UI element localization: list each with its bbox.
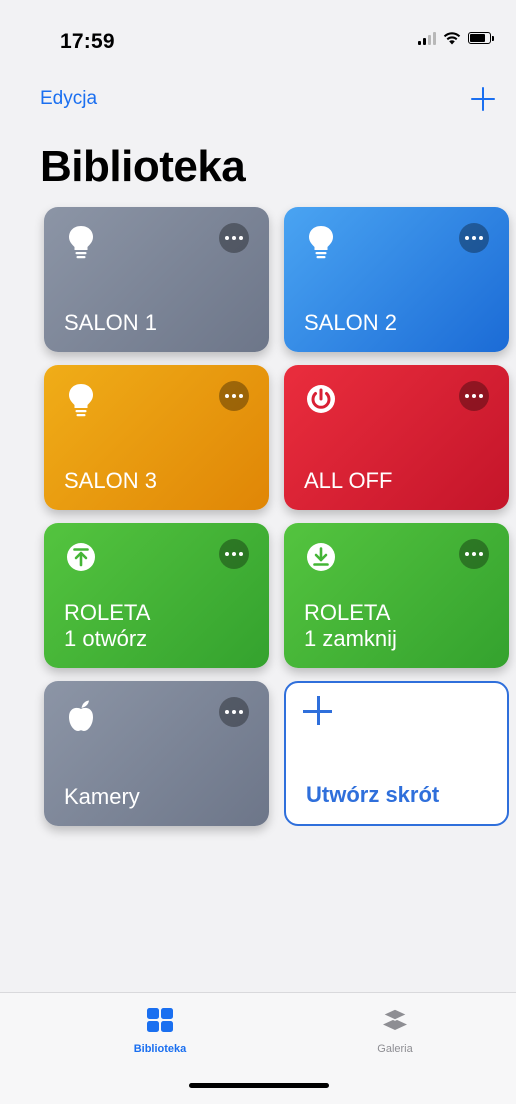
shortcut-label: ROLETA 1 zamknij — [304, 600, 397, 652]
download-arrow-icon — [307, 543, 335, 571]
more-options-button[interactable] — [219, 223, 249, 253]
shortcut-label-line-2: 1 zamknij — [304, 626, 397, 651]
wifi-icon — [443, 32, 461, 45]
shortcut-tile-salon-2[interactable]: SALON 2 — [284, 207, 509, 352]
add-shortcut-plus-icon[interactable] — [470, 86, 496, 112]
more-options-button[interactable] — [459, 223, 489, 253]
shortcut-tile-all-off[interactable]: ALL OFF — [284, 365, 509, 510]
lightbulb-icon — [69, 384, 93, 417]
lightbulb-icon — [69, 226, 93, 259]
more-options-button[interactable] — [459, 381, 489, 411]
page-title: Biblioteka — [40, 142, 246, 191]
tab-label: Galeria — [377, 1043, 413, 1055]
grid-icon — [147, 1008, 173, 1032]
shortcut-tile-roleta-1-zamknij[interactable]: ROLETA 1 zamknij — [284, 523, 509, 668]
apple-icon — [69, 700, 93, 731]
battery-icon — [468, 32, 494, 44]
navigation-bar: Edycja — [0, 80, 516, 120]
shortcuts-grid: SALON 1 SALON 2 SALON 3 ALL OFF ROLETA 1… — [44, 207, 509, 826]
create-shortcut-label: Utwórz skrót — [306, 782, 440, 807]
tab-label: Biblioteka — [133, 1043, 187, 1055]
shortcut-tile-salon-1[interactable]: SALON 1 — [44, 207, 269, 352]
status-bar: 17:59 — [0, 0, 516, 80]
more-options-button[interactable] — [219, 697, 249, 727]
create-shortcut-tile[interactable]: Utwórz skrót — [284, 681, 509, 826]
shortcut-tile-kamery[interactable]: Kamery — [44, 681, 269, 826]
more-options-button[interactable] — [219, 539, 249, 569]
shortcut-label-line-1: ROLETA — [304, 600, 391, 625]
shortcut-label: SALON 1 — [64, 310, 157, 335]
status-time: 17:59 — [60, 30, 115, 53]
cellular-signal-icon — [418, 31, 436, 45]
home-indicator[interactable] — [189, 1083, 329, 1088]
more-options-button[interactable] — [459, 539, 489, 569]
shortcut-label: ALL OFF — [304, 468, 393, 493]
more-options-button[interactable] — [219, 381, 249, 411]
lightbulb-icon — [309, 226, 333, 259]
plus-icon — [302, 695, 334, 727]
shortcut-tile-salon-3[interactable]: SALON 3 — [44, 365, 269, 510]
shortcut-label: ROLETA 1 otwórz — [64, 600, 150, 652]
shortcut-label-line-1: ROLETA — [64, 600, 151, 625]
tab-biblioteka[interactable]: Biblioteka — [90, 1005, 230, 1055]
tab-galeria[interactable]: Galeria — [325, 1005, 465, 1055]
status-icons — [418, 31, 494, 45]
upload-arrow-icon — [67, 543, 95, 571]
edit-button[interactable]: Edycja — [40, 88, 97, 110]
power-icon — [307, 385, 335, 413]
layers-icon — [381, 1008, 409, 1030]
shortcut-label: SALON 2 — [304, 310, 397, 335]
shortcut-label: SALON 3 — [64, 468, 157, 493]
shortcut-label-line-2: 1 otwórz — [64, 626, 148, 651]
shortcut-tile-roleta-1-otworz[interactable]: ROLETA 1 otwórz — [44, 523, 269, 668]
shortcut-label: Kamery — [64, 784, 140, 809]
